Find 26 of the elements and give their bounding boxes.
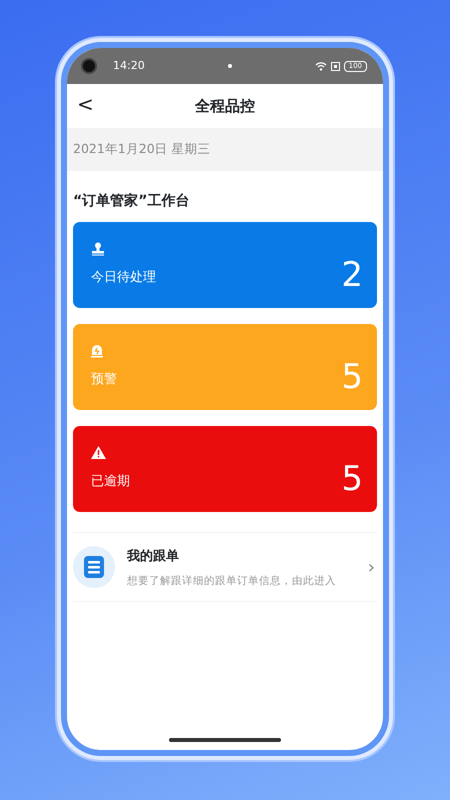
dot-icon	[228, 64, 232, 68]
status-card[interactable]: 今日待处理 2	[73, 222, 377, 308]
card-label: 预警	[91, 371, 117, 389]
warning-icon	[91, 446, 106, 460]
back-button[interactable]: <	[73, 92, 98, 116]
card-count: 5	[341, 360, 363, 394]
wifi-icon	[314, 61, 327, 71]
chevron-icon: ›	[368, 554, 375, 580]
alarm-light-icon	[91, 344, 103, 358]
list-subtitle: 想要了解跟详细的跟单订单信息，由此进入	[127, 575, 336, 587]
status-card[interactable]: 已逾期 5	[73, 426, 377, 512]
card-count: 5	[341, 462, 363, 496]
card-count: 2	[341, 258, 363, 292]
home-indicator[interactable]	[169, 738, 281, 742]
clock-time: 14:20	[113, 58, 145, 74]
list-title: 我的跟单	[127, 549, 179, 564]
date-label: 2021年1月20日 星期三	[67, 128, 383, 171]
list-item[interactable]: 我的跟单 想要了解跟详细的跟单订单信息，由此进入 ›	[73, 532, 377, 602]
stamp-icon	[91, 242, 105, 256]
page-title: 全程品控	[195, 96, 255, 117]
card-label: 今日待处理	[91, 269, 156, 287]
card-label: 已逾期	[91, 473, 130, 491]
section-title: “订单管家”工作台	[72, 192, 190, 211]
list-icon	[73, 546, 115, 588]
camera-icon	[81, 58, 97, 74]
sim-icon	[330, 62, 340, 70]
